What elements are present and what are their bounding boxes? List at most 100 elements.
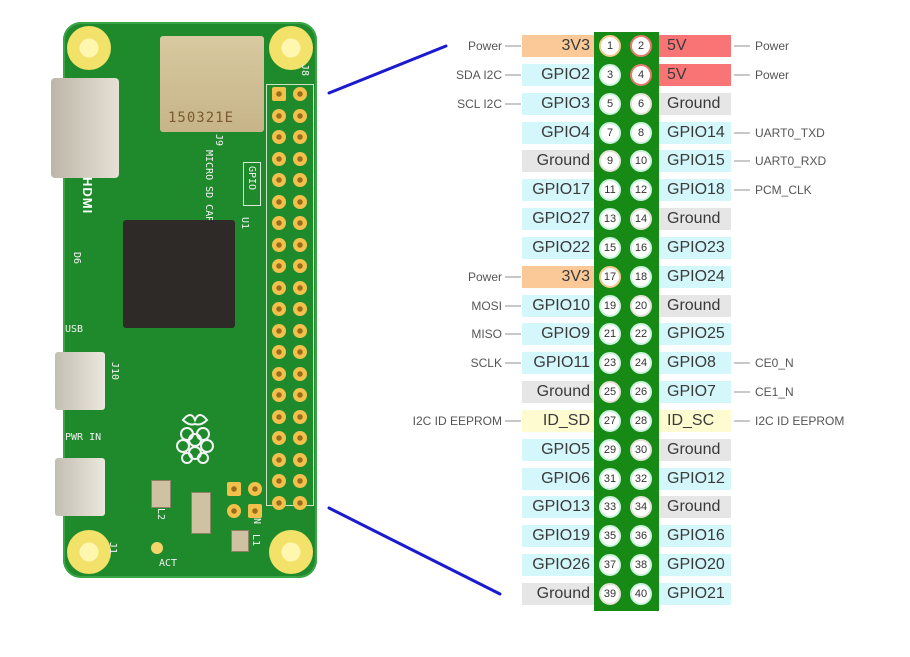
pin-function-27: I2C ID EEPROM (412, 413, 502, 428)
pin-number-5: 5 (599, 92, 621, 115)
pin-function-1: Power (467, 39, 502, 53)
connector-line-bottom (327, 506, 502, 596)
pin-label-6: Ground (659, 92, 731, 115)
pin-label-27: ID_SD (522, 409, 594, 432)
function-leader-line (505, 333, 521, 336)
board-pin (293, 431, 307, 445)
board-pin (293, 409, 307, 424)
silk-hdmi: HDMI (80, 177, 95, 215)
pin-number-31: 31 (599, 467, 621, 490)
act-led-pad (151, 542, 163, 554)
pin-label-23: GPIO11 (522, 352, 594, 375)
function-leader-line (505, 362, 521, 365)
silk-micro-sd: MICRO SD CARD (203, 150, 214, 229)
pin-function-3: SDA I2C (455, 67, 502, 82)
board-pin (272, 259, 286, 273)
board-pin (293, 452, 307, 467)
silk-d6: D6 (71, 252, 82, 265)
pin-number-25: 25 (599, 381, 621, 404)
power-usb-port (55, 458, 105, 516)
pin-number-4: 4 (630, 63, 652, 86)
pin-label-15: GPIO22 (522, 236, 594, 259)
silk-j1: J1 (107, 542, 118, 555)
capacitor (191, 492, 211, 534)
board-pin (272, 216, 286, 230)
board-pin (293, 108, 307, 123)
pin-function-4: Power (755, 67, 790, 82)
run-pad (227, 504, 241, 518)
pin-label-17: 3V3 (522, 265, 594, 288)
board-pin (293, 302, 307, 316)
pin-number-29: 29 (599, 438, 621, 461)
board-pin (293, 87, 307, 101)
board-pin (293, 259, 307, 273)
pin-label-1: 3V3 (522, 35, 594, 57)
pin-label-37: GPIO26 (522, 554, 594, 577)
silk-j10: J10 (109, 362, 120, 381)
pin-number-20: 20 (630, 294, 652, 317)
mini-hdmi-port (51, 78, 119, 178)
board-pin (293, 388, 307, 402)
board-pin (272, 194, 286, 209)
board-pin (293, 280, 307, 295)
silk-u1: U1 (239, 217, 250, 230)
function-leader-line (734, 160, 750, 163)
board-pin (272, 431, 286, 445)
silk-pwr-in: PWR IN (65, 432, 102, 443)
pin-function-10: UART0_RXD (755, 154, 827, 169)
pin-label-39: Ground (522, 582, 594, 605)
pin-number-26: 26 (630, 381, 652, 404)
pin-function-17: Power (467, 269, 502, 284)
pin-number-40: 40 (630, 582, 652, 605)
function-leader-line (505, 275, 521, 278)
pin-label-5: GPIO3 (522, 92, 594, 115)
pin-number-27: 27 (599, 409, 621, 432)
pin-number-3: 3 (599, 63, 621, 86)
board-pin (272, 474, 286, 488)
board-pin (272, 323, 286, 338)
function-leader-line (505, 304, 521, 307)
tv-pad (248, 504, 262, 518)
board-pin (293, 151, 307, 166)
board-pin (293, 194, 307, 209)
silk-act: ACT (159, 558, 178, 569)
pin-function-5: SCL I2C (457, 96, 502, 111)
board-pin (293, 130, 307, 144)
board-pin (272, 302, 286, 316)
pin-number-37: 37 (599, 554, 621, 577)
pin-label-16: GPIO23 (659, 236, 731, 259)
pin-label-35: GPIO19 (522, 525, 594, 548)
raspberry-pi-zero-board: 150321E J9 MICRO SD CARD GPIO J8 HDMI D6… (51, 22, 317, 578)
board-pin (272, 452, 286, 467)
pin-label-25: Ground (522, 381, 594, 404)
pin-number-13: 13 (599, 208, 621, 231)
board-pin (272, 130, 286, 144)
silk-j9: J9 (213, 134, 224, 147)
pin-label-2: 5V (659, 35, 731, 57)
connector-line-top (327, 44, 448, 95)
pin-number-15: 15 (599, 236, 621, 259)
board-pin (272, 173, 286, 187)
pin-number-30: 30 (630, 438, 652, 461)
board-pin (293, 237, 307, 252)
board-pin (293, 323, 307, 338)
silk-gpio: GPIO (246, 166, 257, 191)
pin-number-16: 16 (630, 236, 652, 259)
function-leader-line (505, 419, 521, 422)
function-leader-line (734, 362, 750, 365)
pin-function-12: PCM_CLK (755, 183, 812, 198)
mounting-hole-top-left (67, 26, 111, 70)
board-pin (293, 216, 307, 230)
pin-label-3: GPIO2 (522, 63, 594, 86)
pin-label-13: GPIO27 (522, 208, 594, 231)
board-pin (293, 345, 307, 359)
pin-label-38: GPIO20 (659, 554, 731, 577)
pin-label-40: GPIO21 (659, 582, 731, 605)
board-pin (272, 345, 286, 359)
pin-number-1: 1 (599, 35, 621, 57)
pin-function-23: SCLK (470, 356, 502, 371)
pin-number-8: 8 (630, 121, 652, 144)
function-leader-line (734, 189, 750, 192)
pin-label-32: GPIO12 (659, 467, 731, 490)
pin-number-14: 14 (630, 208, 652, 231)
